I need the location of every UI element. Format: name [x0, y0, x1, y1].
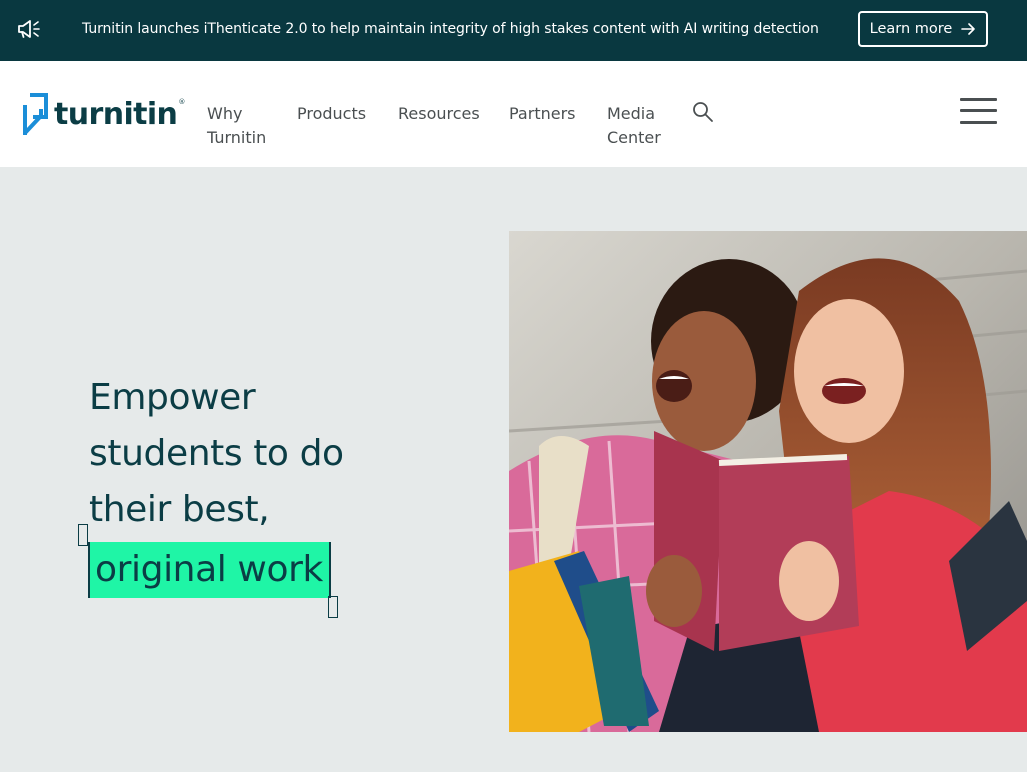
nav-label: Resources	[398, 104, 480, 123]
headline-line: their best,	[89, 489, 270, 530]
headline-highlight: original work	[88, 542, 331, 598]
nav-partners[interactable]: Partners	[509, 102, 575, 126]
students-reading-image	[509, 231, 1027, 732]
nav-label: Media	[607, 104, 656, 123]
megaphone-icon	[18, 20, 40, 38]
text-cursor-end	[328, 596, 338, 618]
hero-headline: Empower students to do their best,	[89, 370, 419, 538]
headline-line: Empower	[89, 377, 256, 418]
nav-label: Partners	[509, 104, 576, 123]
headline-highlight-wrap: original work	[88, 542, 331, 598]
nav-why-turnitin[interactable]: Why Turnitin	[207, 102, 266, 150]
hero-photo	[509, 231, 1027, 732]
nav-media-center[interactable]: Media Center	[607, 102, 661, 150]
logo-wordmark: turnitin	[54, 97, 178, 132]
announcement-bar: Turnitin launches iThenticate 2.0 to hel…	[0, 0, 1027, 61]
arrow-right-icon	[961, 23, 976, 35]
nav-label: Turnitin	[207, 128, 267, 147]
learn-more-label: Learn more	[869, 21, 953, 37]
turnitin-logo-icon	[23, 93, 48, 135]
nav-label: Center	[607, 128, 661, 147]
logo-trademark: ®	[178, 98, 186, 106]
nav-label: Why	[207, 104, 243, 123]
nav-label: Products	[297, 104, 367, 123]
nav-products[interactable]: Products	[297, 102, 366, 126]
site-header: turnitin ® Why Turnitin Products Resourc…	[0, 61, 1027, 167]
search-icon[interactable]	[692, 101, 714, 123]
hamburger-menu-icon[interactable]	[960, 97, 998, 125]
text-cursor-start	[78, 524, 88, 546]
turnitin-logo[interactable]: turnitin ®	[22, 92, 185, 138]
learn-more-button[interactable]: Learn more	[858, 11, 988, 47]
headline-line: students to do	[89, 433, 344, 474]
announcement-message: Turnitin launches iThenticate 2.0 to hel…	[82, 21, 819, 37]
nav-resources[interactable]: Resources	[398, 102, 480, 126]
